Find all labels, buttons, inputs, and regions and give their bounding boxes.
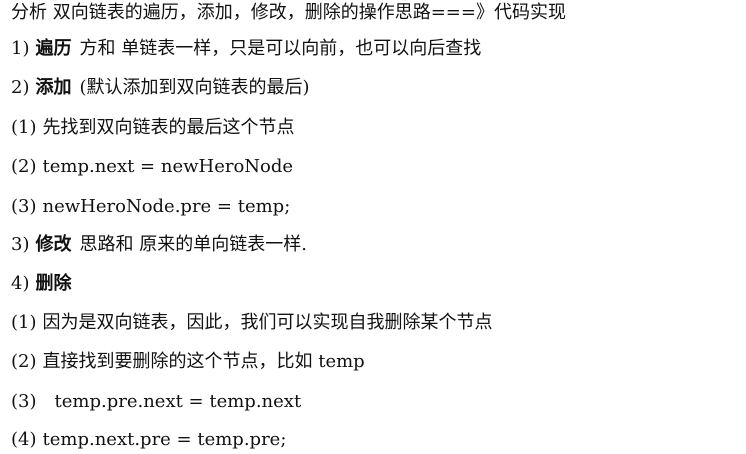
step-number: 2) <box>11 77 30 98</box>
step-add: 2) 添加 (默认添加到双向链表的最后) <box>11 75 310 101</box>
step-text: 思路和 原来的单向链表一样. <box>79 234 307 255</box>
delete-substep-2: (2) 直接找到要删除的这个节点，比如 temp <box>11 349 365 375</box>
substep-code: newHeroNode.pre = temp; <box>42 196 291 217</box>
add-substep-3: (3) newHeroNode.pre = temp; <box>11 194 290 220</box>
step-text: (默认添加到双向链表的最后) <box>79 77 310 98</box>
document-page: 分析 双向链表的遍历，添加，修改，删除的操作思路===》代码实现 1) 遍历 方和 … <box>0 0 746 454</box>
step-heading: 修改 <box>35 234 72 255</box>
step-number: 1) <box>11 38 30 59</box>
substep-number: (1) <box>11 117 37 138</box>
step-heading: 遍历 <box>35 38 72 59</box>
substep-number: (1) <box>11 312 37 333</box>
substep-number: (3) <box>11 196 37 217</box>
step-text: 方和 单链表一样，只是可以向前，也可以向后查找 <box>79 38 482 59</box>
substep-text: 因为是双向链表，因此，我们可以实现自我删除某个节点 <box>42 312 493 333</box>
step-heading: 添加 <box>35 77 72 98</box>
add-substep-1: (1) 先找到双向链表的最后这个节点 <box>11 115 295 141</box>
step-modify: 3) 修改 思路和 原来的单向链表一样. <box>11 232 307 258</box>
add-substep-2: (2) temp.next = newHeroNode <box>11 154 293 180</box>
substep-text: 先找到双向链表的最后这个节点 <box>42 117 295 138</box>
substep-number: (3) <box>11 391 37 412</box>
delete-substep-3: (3) temp.pre.next = temp.next <box>11 389 301 415</box>
step-traverse: 1) 遍历 方和 单链表一样，只是可以向前，也可以向后查找 <box>11 36 481 62</box>
substep-code: temp.next.pre = temp.pre; <box>42 429 287 450</box>
step-heading: 删除 <box>35 273 72 294</box>
step-number: 3) <box>11 234 30 255</box>
substep-code: temp.next = newHeroNode <box>42 156 294 177</box>
step-number: 4) <box>11 273 30 294</box>
substep-number: (2) <box>11 351 37 372</box>
delete-substep-1: (1) 因为是双向链表，因此，我们可以实现自我删除某个节点 <box>11 310 493 336</box>
document-title: 分析 双向链表的遍历，添加，修改，删除的操作思路===》代码实现 <box>11 0 566 26</box>
step-delete: 4) 删除 <box>11 271 79 297</box>
substep-number: (4) <box>11 429 37 450</box>
substep-number: (2) <box>11 156 37 177</box>
delete-substep-4: (4) temp.next.pre = temp.pre; <box>11 427 286 453</box>
title-text: 分析 双向链表的遍历，添加，修改，删除的操作思路===》代码实现 <box>11 2 566 23</box>
substep-text: 直接找到要删除的这个节点，比如 temp <box>42 351 365 372</box>
substep-code: temp.pre.next = temp.next <box>54 391 302 412</box>
